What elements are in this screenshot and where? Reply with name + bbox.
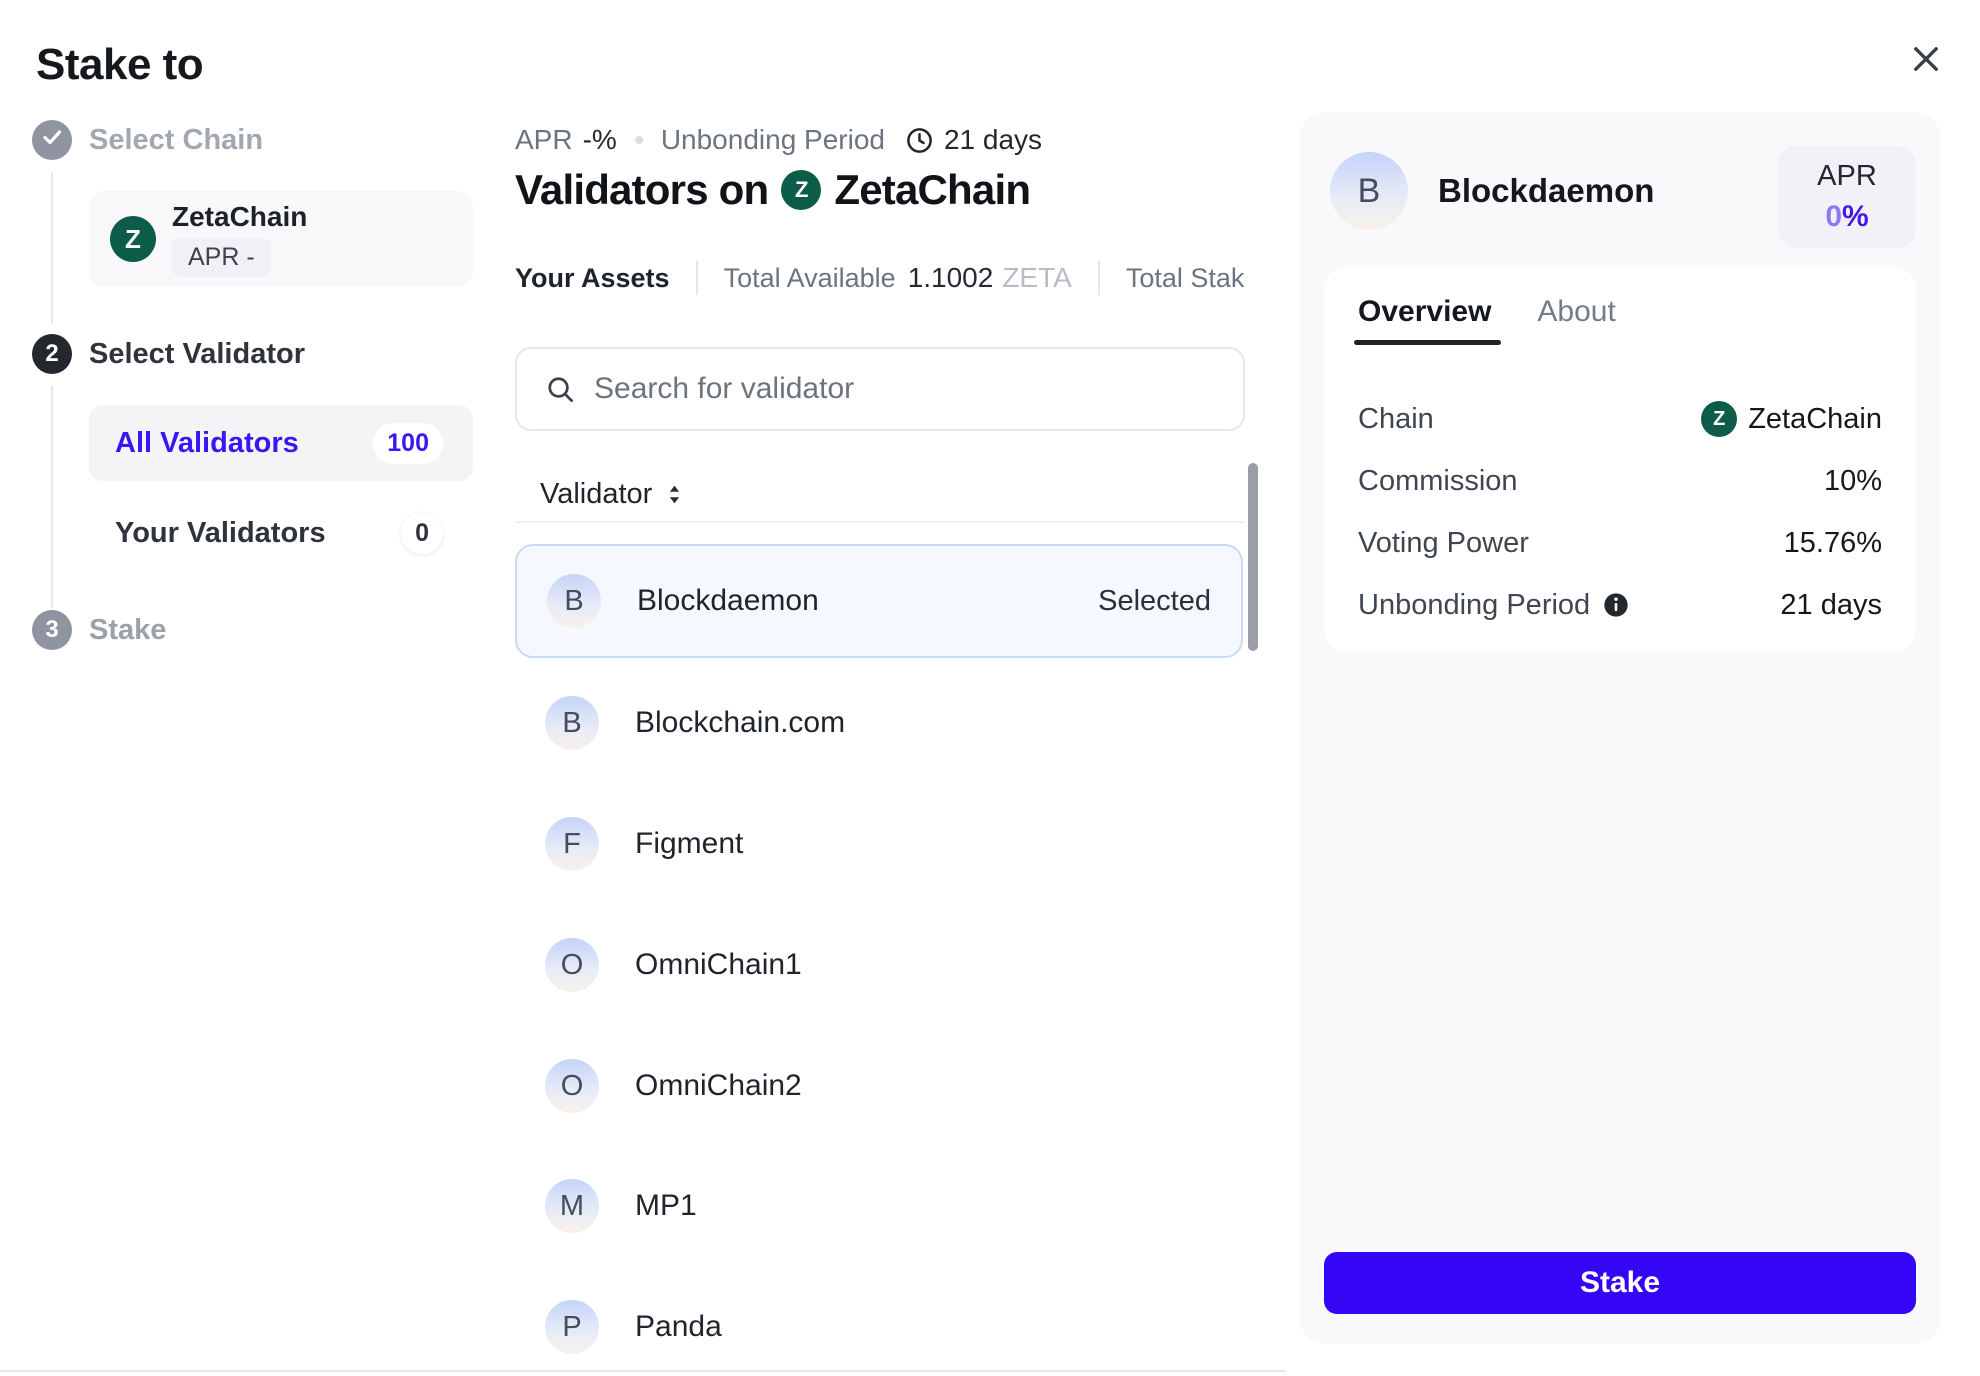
validator-row[interactable]: B Blockchain.com (515, 696, 1243, 750)
meta-unbonding-label: Unbonding Period (661, 124, 885, 156)
zetachain-logo-icon: Z (1701, 401, 1737, 437)
validator-avatar: P (545, 1300, 599, 1354)
unbonding-value: 21 days (1780, 589, 1882, 622)
filter-all-count-badge: 100 (373, 423, 443, 464)
detail-apr-card: APR 0% (1778, 146, 1916, 248)
validator-name: Panda (635, 1310, 722, 1344)
check-icon (40, 125, 64, 156)
validator-name: OmniChain2 (635, 1069, 802, 1103)
validator-row-selected[interactable]: B Blockdaemon Selected (515, 544, 1243, 658)
divider (1098, 261, 1100, 295)
detail-apr-label: APR (1817, 160, 1877, 193)
filter-your-count-badge: 0 (401, 513, 443, 554)
filter-all-validators[interactable]: All Validators 100 (89, 405, 473, 481)
search-icon (545, 374, 594, 405)
sort-icon (662, 482, 687, 507)
clock-icon (905, 126, 934, 155)
divider (696, 261, 698, 295)
detail-card: Overview About Chain Z ZetaChain Commiss… (1324, 267, 1916, 652)
validator-header-label: Validator (540, 478, 652, 511)
modal-bottom-edge (0, 1370, 1286, 1372)
validator-name: Blockdaemon (637, 584, 819, 618)
stepper-connector-1 (51, 172, 53, 324)
detail-row-commission: Commission 10% (1358, 459, 1882, 503)
tab-about[interactable]: About (1537, 295, 1615, 345)
step-3-circle: 3 (32, 610, 72, 650)
modal-title: Stake to (36, 40, 203, 90)
meta-apr-label: APR (515, 124, 573, 156)
detail-avatar: B (1330, 152, 1408, 230)
assets-summary-row: Your Assets Total Available 1.1002 ZETA … (515, 258, 1263, 298)
voting-power-label: Voting Power (1358, 527, 1529, 560)
validator-avatar: O (545, 938, 599, 992)
filter-your-label: Your Validators (115, 517, 326, 550)
chain-value: ZetaChain (1748, 403, 1882, 436)
total-available-value: 1.1002 (908, 262, 994, 294)
chain-label: Chain (1358, 403, 1434, 436)
validator-row[interactable]: M MP1 (515, 1179, 1243, 1233)
detail-validator-name: Blockdaemon (1438, 172, 1654, 210)
validator-detail-panel: B Blockdaemon APR 0% Overview About Chai… (1300, 112, 1940, 1344)
commission-value: 10% (1824, 465, 1882, 498)
step-2-circle: 2 (32, 334, 72, 374)
validator-avatar: M (545, 1179, 599, 1233)
chain-apr-chip: APR - (172, 238, 271, 277)
step-3-label: Stake (89, 615, 166, 645)
unbonding-label: Unbonding Period (1358, 589, 1590, 622)
validator-row[interactable]: O OmniChain1 (515, 938, 1243, 992)
validator-avatar: B (547, 574, 601, 628)
validator-search[interactable] (515, 347, 1245, 431)
page-title: Validators on Z ZetaChain (515, 166, 1030, 214)
stake-button[interactable]: Stake (1324, 1252, 1916, 1314)
filter-your-validators[interactable]: Your Validators 0 (89, 495, 473, 571)
meta-unbonding-value: 21 days (944, 124, 1042, 156)
validator-row[interactable]: O OmniChain2 (515, 1059, 1243, 1113)
search-input[interactable] (594, 372, 1194, 406)
commission-label: Commission (1358, 465, 1518, 498)
zetachain-logo-icon: Z (781, 170, 821, 210)
detail-apr-value: 0 (1825, 200, 1842, 233)
chain-name: ZetaChain (172, 202, 307, 232)
validator-name: Figment (635, 827, 743, 861)
validator-row[interactable]: P Panda (515, 1300, 1243, 1354)
zetachain-logo-icon: Z (110, 216, 156, 262)
step-1-circle (32, 120, 72, 160)
your-assets-label: Your Assets (515, 263, 670, 294)
validator-name: OmniChain1 (635, 948, 802, 982)
list-scrollbar[interactable] (1248, 463, 1258, 651)
validator-row[interactable]: F Figment (515, 817, 1243, 871)
selected-chain-card[interactable]: Z ZetaChain APR - (89, 191, 473, 287)
list-divider (515, 521, 1245, 523)
total-staked-label: Total Stak (1126, 263, 1245, 294)
step-2-label: Select Validator (89, 339, 305, 369)
validator-name: MP1 (635, 1189, 697, 1223)
dot-separator (635, 136, 643, 144)
title-chain: ZetaChain (834, 166, 1030, 214)
validator-column-header[interactable]: Validator (540, 478, 687, 511)
step-1-label: Select Chain (89, 125, 263, 155)
tab-overview[interactable]: Overview (1358, 295, 1491, 345)
detail-apr-unit: % (1842, 200, 1869, 233)
detail-tabs: Overview About (1358, 295, 1882, 345)
voting-power-value: 15.76% (1784, 527, 1882, 560)
total-available-label: Total Available (724, 263, 896, 294)
meta-apr-value: -% (583, 124, 617, 156)
stepper-connector-2 (51, 386, 53, 608)
validator-avatar: F (545, 817, 599, 871)
total-available-unit: ZETA (1002, 262, 1071, 294)
detail-row-voting-power: Voting Power 15.76% (1358, 521, 1882, 565)
title-prefix: Validators on (515, 166, 768, 214)
filter-all-label: All Validators (115, 427, 299, 460)
close-icon (1908, 41, 1944, 80)
validator-avatar: B (545, 696, 599, 750)
chain-meta-row: APR -% Unbonding Period 21 days (515, 122, 1042, 158)
close-button[interactable] (1900, 34, 1952, 86)
detail-row-unbonding: Unbonding Period 21 days (1358, 583, 1882, 627)
validator-name: Blockchain.com (635, 706, 845, 740)
validator-avatar: O (545, 1059, 599, 1113)
info-icon[interactable] (1602, 591, 1630, 619)
detail-row-chain: Chain Z ZetaChain (1358, 397, 1882, 441)
selected-badge: Selected (1098, 585, 1211, 618)
